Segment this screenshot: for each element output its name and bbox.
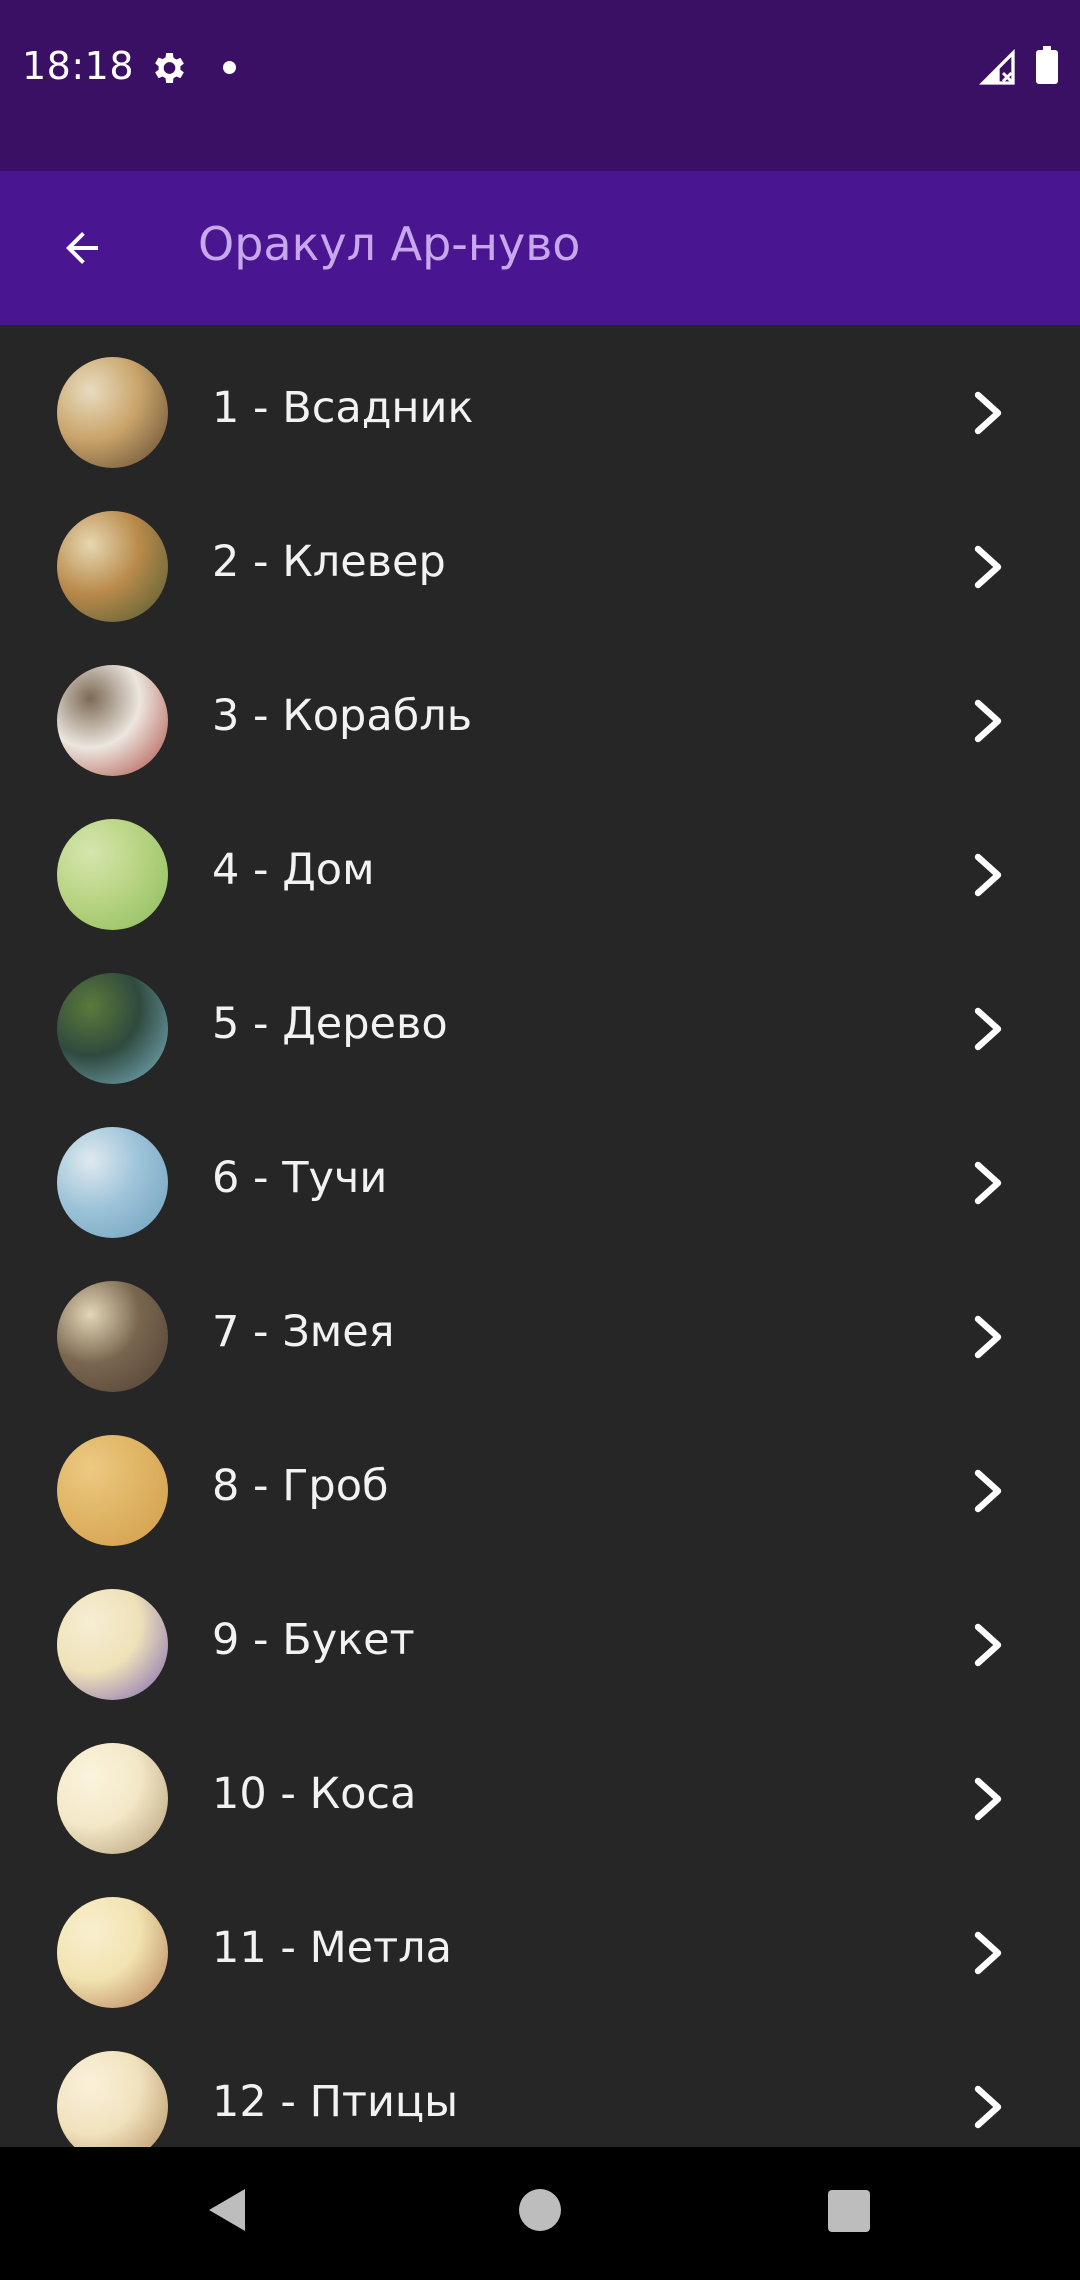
list-item[interactable]: 2 - Клевер (0, 479, 1080, 633)
nav-home-icon[interactable] (519, 2189, 561, 2231)
chevron-right-icon (974, 1469, 1002, 1513)
card-label: 4 - Дом (212, 845, 375, 895)
card-label: 1 - Всадник (212, 383, 474, 433)
card-thumbnail (57, 819, 168, 930)
navigation-bar (0, 2147, 1080, 2280)
notification-dot-icon (223, 61, 236, 74)
card-label: 2 - Клевер (212, 537, 446, 587)
app-bar: Оракул Ар-нуво (0, 171, 1080, 325)
card-label: 5 - Дерево (212, 999, 448, 1049)
card-thumbnail (57, 1589, 168, 1700)
list-item[interactable]: 8 - Гроб (0, 1403, 1080, 1557)
card-label: 8 - Гроб (212, 1461, 389, 1511)
list-item[interactable]: 1 - Всадник (0, 325, 1080, 479)
card-label: 12 - Птицы (212, 2077, 459, 2127)
card-label: 7 - Змея (212, 1307, 395, 1357)
card-thumbnail (57, 1281, 168, 1392)
screen: 18:18 Оракул Ар-нуво 1 - Всадник 2 - Клев… (0, 0, 1080, 2280)
card-thumbnail (57, 357, 168, 468)
page-title: Оракул Ар-нуво (198, 217, 581, 271)
card-label: 10 - Коса (212, 1769, 417, 1819)
card-label: 3 - Корабль (212, 691, 473, 741)
chevron-right-icon (974, 391, 1002, 435)
gear-icon (155, 53, 184, 83)
list-item[interactable]: 4 - Дом (0, 787, 1080, 941)
list-item[interactable]: 10 - Коса (0, 1711, 1080, 1865)
status-time: 18:18 (22, 44, 135, 88)
card-thumbnail (57, 1743, 168, 1854)
card-thumbnail (57, 2051, 168, 2147)
list-item[interactable]: 6 - Тучи (0, 1095, 1080, 1249)
list-item[interactable]: 12 - Птицы (0, 2019, 1080, 2147)
back-button[interactable] (40, 206, 124, 290)
list-item[interactable]: 3 - Корабль (0, 633, 1080, 787)
chevron-right-icon (974, 1931, 1002, 1975)
chevron-right-icon (974, 1623, 1002, 1667)
chevron-right-icon (974, 1161, 1002, 1205)
card-thumbnail (57, 665, 168, 776)
card-list[interactable]: 1 - Всадник 2 - Клевер 3 - Корабль 4 - Дом 5… (0, 325, 1080, 2147)
arrow-left-icon (66, 232, 98, 264)
chevron-right-icon (974, 2085, 1002, 2129)
chevron-right-icon (974, 1777, 1002, 1821)
chevron-right-icon (974, 699, 1002, 743)
card-thumbnail (57, 1435, 168, 1546)
list-item[interactable]: 9 - Букет (0, 1557, 1080, 1711)
chevron-right-icon (974, 853, 1002, 897)
status-bar: 18:18 (0, 0, 1080, 171)
card-thumbnail (57, 1127, 168, 1238)
chevron-right-icon (974, 545, 1002, 589)
chevron-right-icon (974, 1315, 1002, 1359)
card-label: 11 - Метла (212, 1923, 453, 1973)
list-item[interactable]: 5 - Дерево (0, 941, 1080, 1095)
nav-back-icon[interactable] (203, 2185, 249, 2235)
card-thumbnail (57, 1897, 168, 2008)
card-label: 9 - Букет (212, 1615, 415, 1665)
card-label: 6 - Тучи (212, 1153, 388, 1203)
nav-recents-icon[interactable] (828, 2190, 870, 2232)
battery-full-icon (1036, 46, 1058, 84)
list-item[interactable]: 11 - Метла (0, 1865, 1080, 2019)
card-thumbnail (57, 973, 168, 1084)
chevron-right-icon (974, 1007, 1002, 1051)
card-thumbnail (57, 511, 168, 622)
signal-no-data-icon (978, 48, 1015, 85)
list-item[interactable]: 7 - Змея (0, 1249, 1080, 1403)
